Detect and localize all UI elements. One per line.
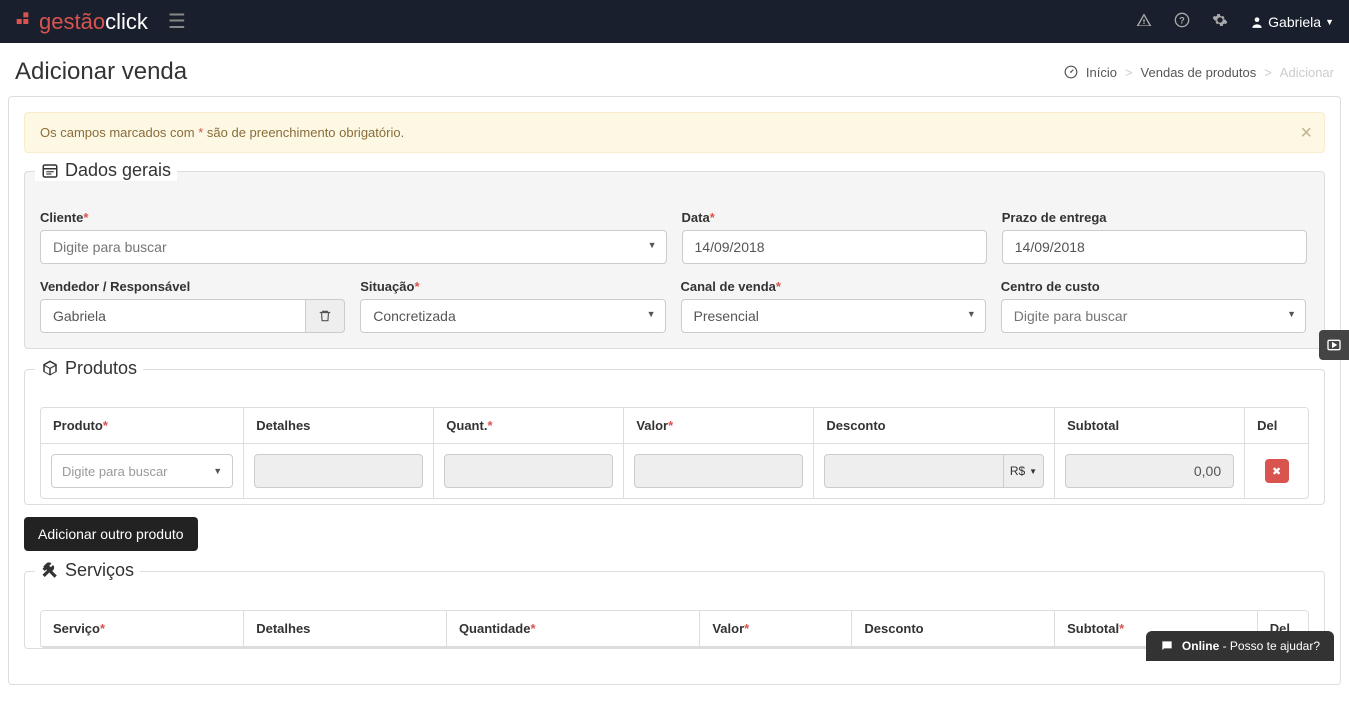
cube-icon — [41, 359, 59, 377]
vendedor-clear-icon[interactable] — [306, 299, 345, 333]
chevron-down-icon: ▼ — [213, 466, 222, 476]
chat-text: - Posso te ajudar? — [1219, 639, 1320, 653]
produtos-table: Produto* Detalhes Quant.* Valor* Descont… — [41, 408, 1308, 498]
subtotal-input — [1065, 454, 1234, 488]
delete-row-button[interactable]: ✖ — [1265, 459, 1289, 483]
logo-text-2: click — [105, 9, 148, 35]
chat-widget[interactable]: Online - Posso te ajudar? — [1146, 631, 1334, 661]
side-panel-toggle[interactable] — [1319, 330, 1349, 360]
alert-text-before: Os campos marcados com — [40, 125, 198, 140]
play-box-icon — [1326, 337, 1342, 353]
cliente-label: Cliente* — [40, 210, 667, 225]
servicos-section: Serviços Serviço* Detalhes Quantidade* V… — [24, 571, 1325, 649]
dashboard-icon — [1064, 65, 1078, 79]
alert-text-after: são de preenchimento obrigatório. — [203, 125, 404, 140]
servicos-legend: Serviços — [35, 560, 140, 581]
centro-custo-input[interactable] — [1001, 299, 1306, 333]
canal-select[interactable] — [681, 299, 986, 333]
table-row: Digite para buscar ▼ — [41, 444, 1308, 499]
logo-icon — [15, 9, 35, 34]
chevron-down-icon: ▼ — [1029, 467, 1037, 476]
produto-select[interactable]: Digite para buscar ▼ — [51, 454, 233, 488]
form-icon — [41, 162, 59, 180]
situacao-select[interactable] — [360, 299, 665, 333]
breadcrumb-section[interactable]: Vendas de produtos — [1141, 65, 1257, 80]
help-icon[interactable]: ? — [1174, 12, 1190, 31]
chat-icon — [1160, 639, 1174, 653]
prazo-input[interactable] — [1002, 230, 1307, 264]
produtos-section: Produtos Produto* Detalhes Quant.* Valor… — [24, 369, 1325, 506]
navbar: gestãoclick ☰ ? Gabriela ▼ — [0, 0, 1349, 43]
page-title: Adicionar venda — [15, 58, 187, 86]
user-menu[interactable]: Gabriela ▼ — [1250, 14, 1334, 30]
prazo-label: Prazo de entrega — [1002, 210, 1307, 225]
vendedor-input[interactable] — [40, 299, 306, 333]
svg-text:?: ? — [1179, 15, 1185, 25]
user-icon — [1250, 15, 1264, 29]
tools-icon — [41, 562, 59, 580]
quant-input[interactable] — [444, 454, 613, 488]
hamburger-icon[interactable]: ☰ — [168, 9, 186, 34]
chat-status: Online — [1182, 639, 1219, 653]
main-panel: Os campos marcados com * são de preenchi… — [8, 96, 1341, 685]
dados-gerais-section: Dados gerais Cliente* Data* Prazo de ent… — [24, 171, 1325, 349]
servicos-table: Serviço* Detalhes Quantidade* Valor* Des… — [41, 611, 1308, 647]
data-label: Data* — [682, 210, 987, 225]
data-input[interactable] — [682, 230, 987, 264]
breadcrumb: Início > Vendas de produtos > Adicionar — [1064, 65, 1334, 80]
desconto-input[interactable] — [824, 454, 1003, 488]
warning-icon[interactable] — [1136, 12, 1152, 31]
user-name: Gabriela — [1268, 14, 1321, 30]
chevron-down-icon: ▼ — [1325, 17, 1334, 27]
desconto-unit-select[interactable]: R$ ▼ — [1004, 454, 1044, 488]
add-product-button[interactable]: Adicionar outro produto — [24, 517, 198, 551]
produtos-legend: Produtos — [35, 358, 143, 379]
gear-icon[interactable] — [1212, 12, 1228, 31]
valor-input[interactable] — [634, 454, 803, 488]
page-header: Adicionar venda Início > Vendas de produ… — [0, 43, 1349, 96]
breadcrumb-current: Adicionar — [1280, 65, 1334, 80]
detalhes-input[interactable] — [254, 454, 423, 488]
situacao-label: Situação* — [360, 279, 665, 294]
logo-text-1: gestão — [39, 9, 105, 35]
logo[interactable]: gestãoclick — [15, 9, 148, 35]
centro-custo-label: Centro de custo — [1001, 279, 1306, 294]
cliente-input[interactable] — [40, 230, 667, 264]
vendedor-label: Vendedor / Responsável — [40, 279, 345, 294]
canal-label: Canal de venda* — [681, 279, 986, 294]
breadcrumb-home[interactable]: Início — [1086, 65, 1117, 80]
dados-gerais-legend: Dados gerais — [35, 160, 177, 181]
alert-close-icon[interactable]: × — [1300, 123, 1312, 143]
required-fields-alert: Os campos marcados com * são de preenchi… — [24, 112, 1325, 153]
